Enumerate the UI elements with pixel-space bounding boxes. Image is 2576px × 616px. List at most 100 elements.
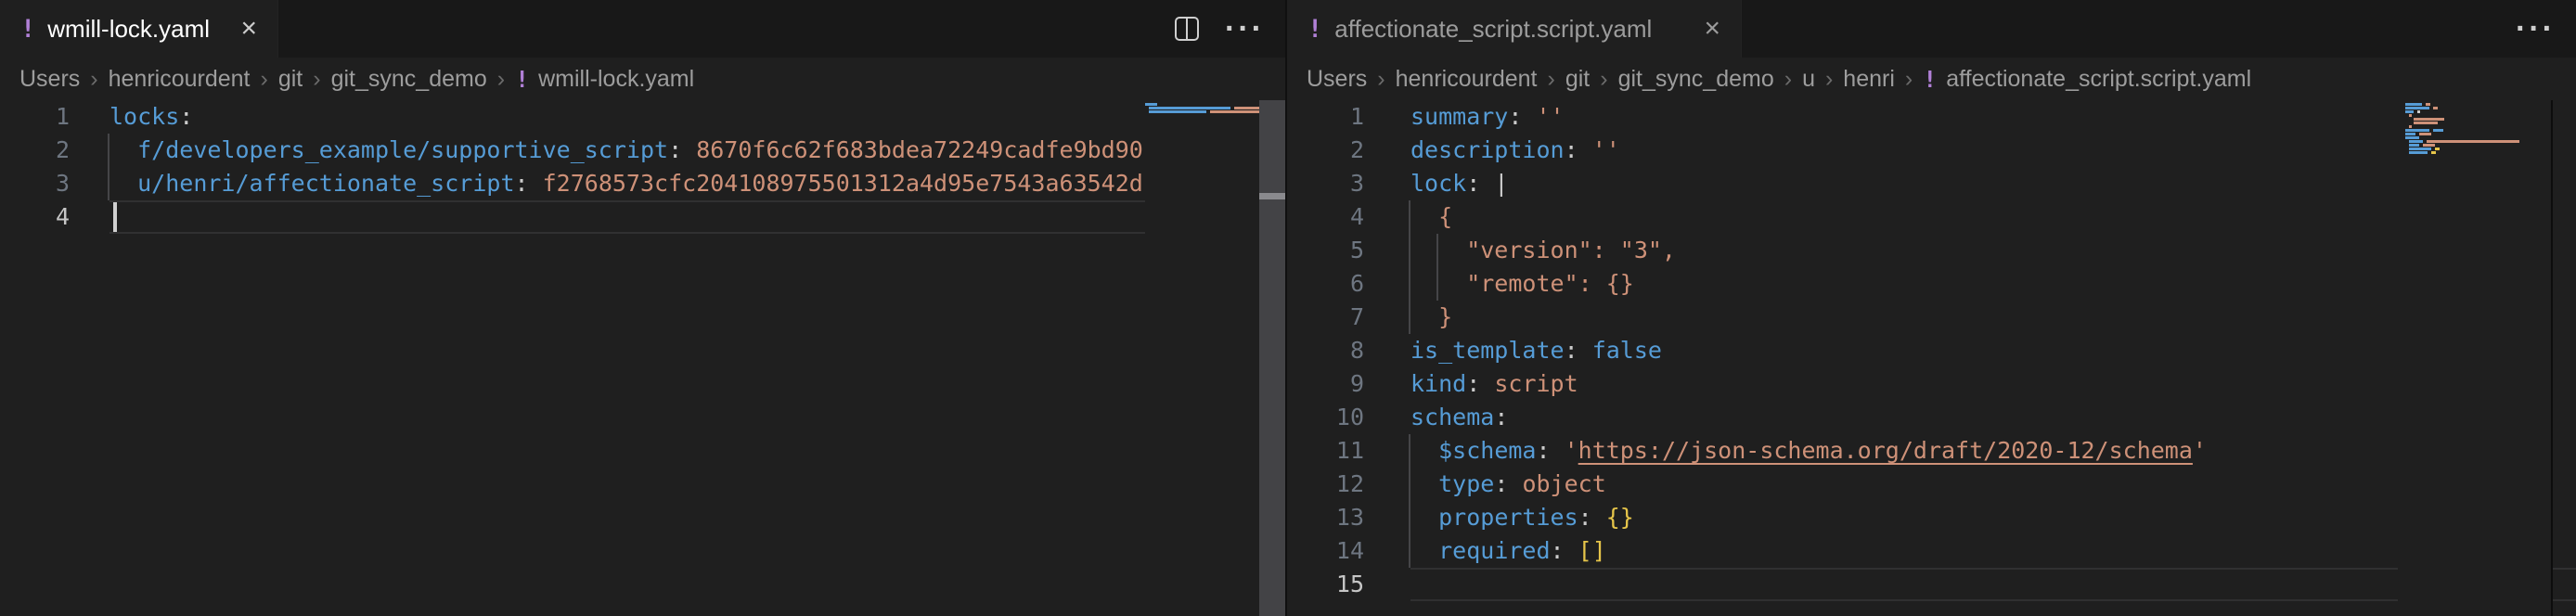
tab-title: affectionate_script.script.yaml [1334,15,1652,44]
code-line-13[interactable]: 13 properties: {} [1287,501,2576,534]
code-line-1[interactable]: 1 locks: [0,100,1285,134]
line-number: 4 [1287,200,1364,234]
code-line-2[interactable]: 2description: '' [1287,134,2576,167]
line-number: 1 [0,100,70,134]
line-number: 4 [0,200,70,234]
breadcrumb-file-name: affectionate_script.script.yaml [1946,66,2251,93]
line-number: 10 [1287,401,1364,434]
line-content: locks: [109,100,1285,134]
breadcrumbs-left: Users›henricourdent›git›git_sync_demo› !… [0,58,1285,100]
code-line-1[interactable]: 1summary: '' [1287,100,2576,134]
breadcrumb-separator-icon: › [1774,66,1802,93]
indent-guide [1409,434,1410,568]
yaml-file-icon: ! [1307,15,1322,44]
minimap-line [2405,151,2551,155]
indent-guide [1409,200,1410,334]
breadcrumb-separator-icon: › [487,66,515,93]
editor-group-left: ! wmill-lock.yaml × ··· Users›henricourd… [0,0,1285,616]
line-number: 15 [1287,568,1364,601]
code-line-14[interactable]: 14 required: [] [1287,534,2576,568]
code-line-15[interactable]: 15 [1287,568,2576,601]
breadcrumb-separator-icon: › [1367,66,1395,93]
tab-bar-actions-right: ··· [2516,0,2576,58]
line-number: 1 [1287,100,1364,134]
editor-affectionate-script-yaml[interactable]: 1summary: ''2description: ''3lock: |4 {5… [1287,100,2576,616]
editor-group-right: ! affectionate_script.script.yaml × ··· … [1287,0,2576,616]
tab-title: wmill-lock.yaml [47,15,210,44]
breadcrumb-separator-icon: › [251,66,278,93]
breadcrumb-separator-icon: › [303,66,330,93]
vertical-scrollbar-left[interactable] [1259,100,1285,616]
line-number: 2 [0,134,70,167]
code-line-9[interactable]: 9kind: script [1287,367,2576,401]
line-number: 7 [1287,301,1364,334]
minimap-line [1145,110,1259,114]
breadcrumb-separator-icon: › [80,66,108,93]
breadcrumb-item[interactable]: git [278,66,303,93]
split-editor-icon[interactable] [1175,17,1199,41]
yaml-file-icon: ! [515,66,529,93]
line-number: 11 [1287,434,1364,468]
breadcrumbs-right: Users›henricourdent›git›git_sync_demo›u›… [1287,58,2576,100]
code-line-11[interactable]: 11 $schema: 'https://json-schema.org/dra… [1287,434,2576,468]
breadcrumb-item[interactable]: henricourdent [1396,66,1538,93]
minimap-left[interactable] [1145,100,1259,616]
tab-affectionate-script-yaml[interactable]: ! affectionate_script.script.yaml × [1287,0,1742,58]
code-line-3[interactable]: 3 u/henri/affectionate_script: f2768573c… [0,167,1285,200]
line-content: u/henri/affectionate_script: f2768573cfc… [109,167,1285,200]
yaml-file-icon: ! [20,15,35,44]
code-line-7[interactable]: 7 } [1287,301,2576,334]
line-number: 12 [1287,468,1364,501]
code-line-8[interactable]: 8is_template: false [1287,334,2576,367]
line-number: 2 [1287,134,1364,167]
code-line-5[interactable]: 5 "version": "3", [1287,234,2576,267]
breadcrumb-file[interactable]: ! wmill-lock.yaml [515,66,694,93]
code-line-2[interactable]: 2 f/developers_example/supportive_script… [0,134,1285,167]
overview-ruler-cursor-mark [1259,193,1285,199]
code-line-10[interactable]: 10schema: [1287,401,2576,434]
breadcrumb-item[interactable]: Users [1307,66,1367,93]
code-lines: 1summary: ''2description: ''3lock: |4 {5… [1287,100,2576,601]
breadcrumb-item[interactable]: git_sync_demo [1618,66,1774,93]
indent-guide [1436,234,1438,301]
tab-bar-actions-left: ··· [1175,0,1285,58]
code-line-4[interactable]: 4 { [1287,200,2576,234]
breadcrumb-item[interactable]: Users [19,66,80,93]
breadcrumb-separator-icon: › [1895,66,1923,93]
breadcrumb-separator-icon: › [1538,66,1565,93]
more-actions-icon[interactable]: ··· [2516,0,2556,58]
tab-wmill-lock-yaml[interactable]: ! wmill-lock.yaml × [0,0,278,58]
breadcrumb-file-name: wmill-lock.yaml [538,66,694,93]
line-number: 5 [1287,234,1364,267]
minimap-right[interactable] [2398,100,2551,616]
breadcrumb-file[interactable]: ! affectionate_script.script.yaml [1923,66,2251,93]
breadcrumb-item[interactable]: henricourdent [109,66,251,93]
line-content [109,200,1285,234]
breadcrumb-item[interactable]: henri [1843,66,1895,93]
code-line-4[interactable]: 4 [0,200,1285,234]
more-actions-icon[interactable]: ··· [1225,0,1265,58]
editor-wmill-lock-yaml[interactable]: 1locks:2 f/developers_example/supportive… [0,100,1285,616]
code-line-12[interactable]: 12 type: object [1287,468,2576,501]
overview-ruler-right[interactable] [2551,100,2576,616]
code-line-6[interactable]: 6 "remote": {} [1287,267,2576,301]
tab-bar-right: ! affectionate_script.script.yaml × ··· [1287,0,2576,58]
line-number: 6 [1287,267,1364,301]
breadcrumb-item[interactable]: git_sync_demo [331,66,487,93]
line-number: 9 [1287,367,1364,401]
breadcrumb-separator-icon: › [1815,66,1843,93]
line-number: 13 [1287,501,1364,534]
close-tab-icon[interactable]: × [1704,15,1720,43]
yaml-file-icon: ! [1923,66,1937,93]
line-number: 8 [1287,334,1364,367]
code-line-3[interactable]: 3lock: | [1287,167,2576,200]
breadcrumb-item[interactable]: u [1802,66,1815,93]
text-cursor [113,202,117,232]
breadcrumb-separator-icon: › [1590,66,1617,93]
breadcrumb-item[interactable]: git [1565,66,1590,93]
line-content: f/developers_example/supportive_script: … [109,134,1285,167]
indent-guide [108,134,109,200]
tab-bar-left: ! wmill-lock.yaml × ··· [0,0,1285,58]
close-tab-icon[interactable]: × [240,15,257,43]
code-lines: 1locks:2 f/developers_example/supportive… [0,100,1285,234]
